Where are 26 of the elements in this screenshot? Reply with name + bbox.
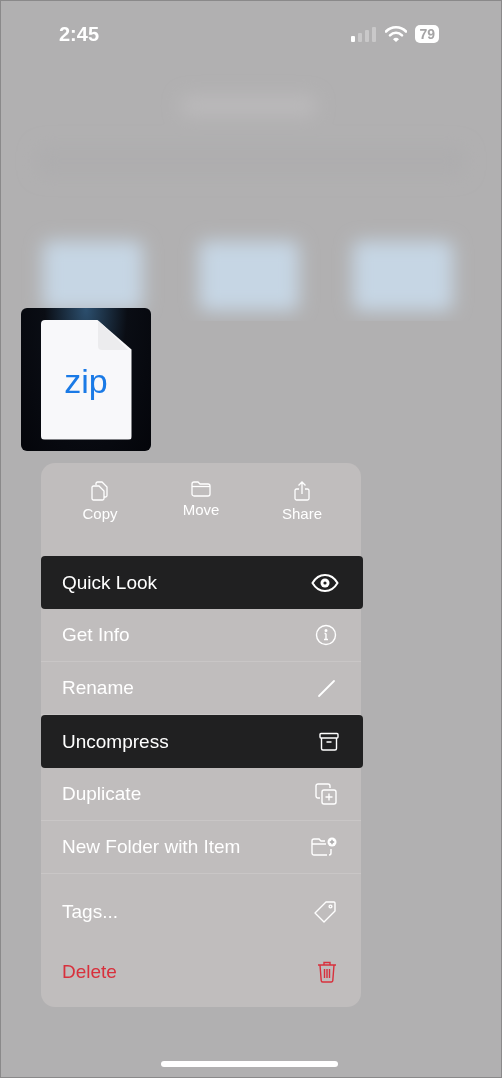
trash-icon bbox=[317, 961, 337, 983]
delete-menu-item[interactable]: Delete bbox=[41, 942, 361, 1002]
signal-icon bbox=[351, 26, 378, 42]
folder-plus-icon bbox=[311, 837, 337, 857]
menu-item[interactable]: Tags... bbox=[41, 882, 361, 942]
menu-item[interactable]: Get Info bbox=[41, 609, 361, 662]
status-time: 2:45 bbox=[59, 22, 100, 46]
menu-item[interactable]: Duplicate bbox=[41, 768, 361, 821]
folder-action-button[interactable]: Move bbox=[166, 481, 236, 556]
menu-item[interactable]: Quick Look bbox=[41, 556, 363, 609]
folder-icon bbox=[191, 481, 211, 497]
copy-icon bbox=[91, 481, 109, 501]
info-icon bbox=[315, 624, 337, 646]
share-action-button[interactable]: Share bbox=[267, 481, 337, 556]
tag-icon bbox=[313, 900, 337, 924]
duplicate-icon bbox=[315, 783, 337, 805]
pencil-icon bbox=[317, 678, 337, 698]
eye-icon bbox=[311, 573, 339, 592]
menu-item[interactable]: New Folder with Item bbox=[41, 821, 361, 874]
archive-box-icon bbox=[319, 731, 339, 752]
menu-item[interactable]: Uncompress bbox=[41, 715, 363, 768]
share-icon bbox=[294, 481, 310, 501]
copy-action-button[interactable]: Copy bbox=[65, 481, 135, 556]
battery-level: 79 bbox=[415, 25, 439, 43]
file-type-label: zip bbox=[64, 362, 108, 401]
wifi-icon bbox=[385, 26, 408, 42]
